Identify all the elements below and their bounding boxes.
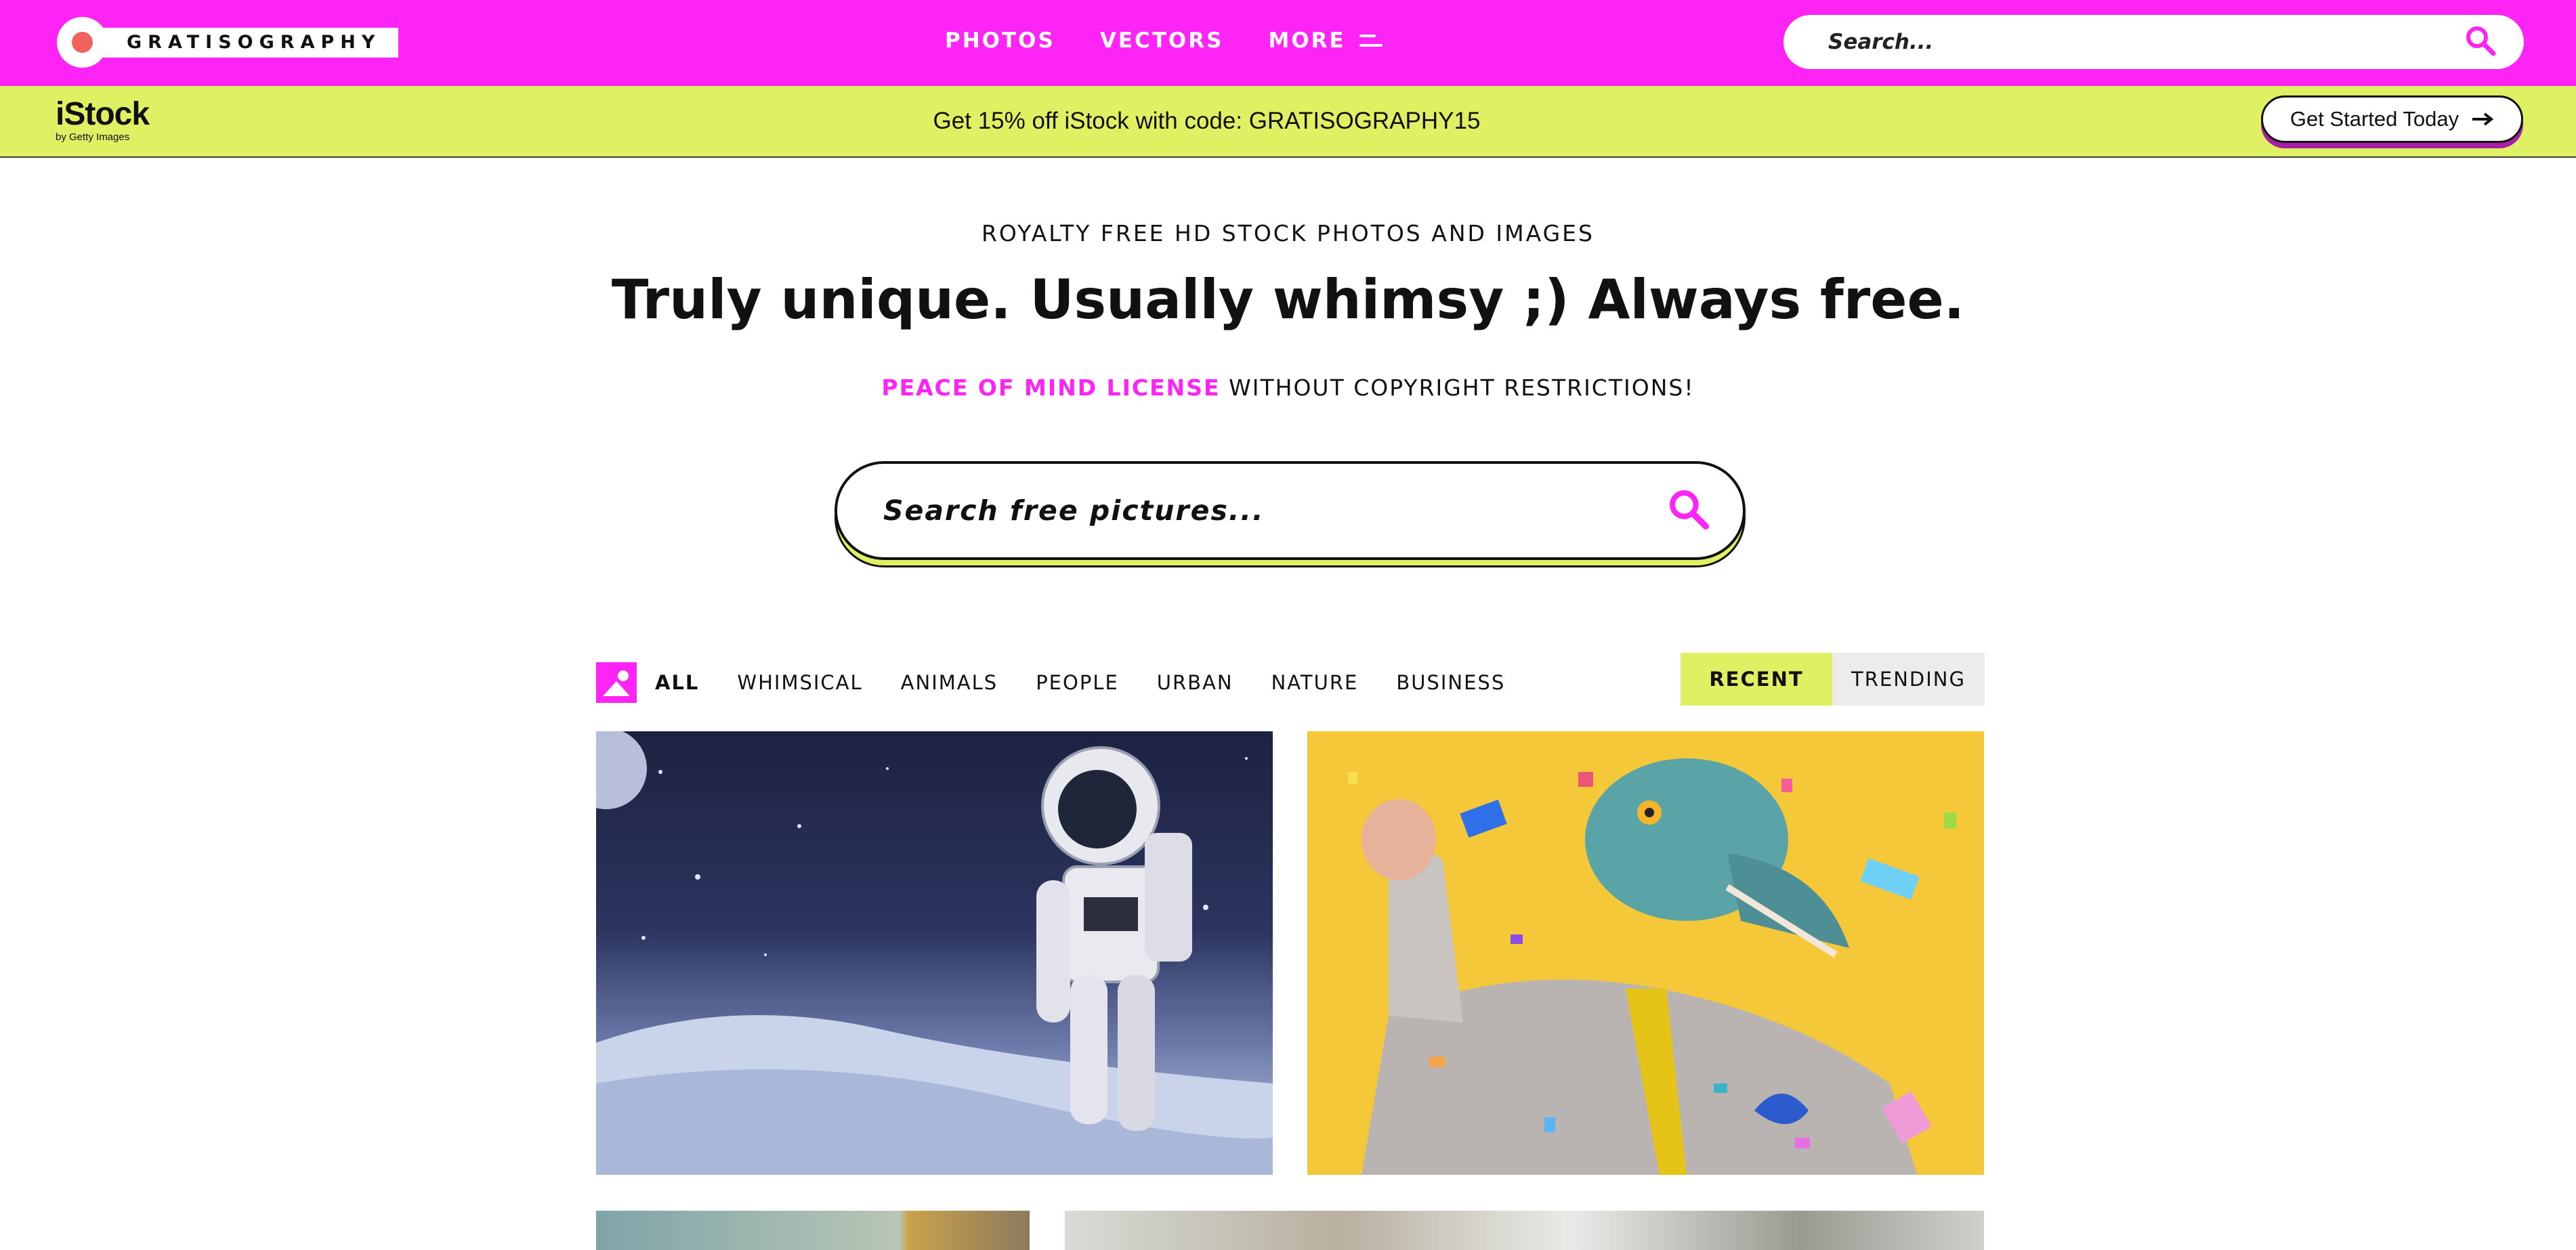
logo-circle-icon <box>57 17 108 68</box>
category-filters: ALL WHIMSICAL ANIMALS PEOPLE URBAN NATUR… <box>596 662 1543 703</box>
nav-more[interactable]: MORE <box>1268 28 1382 53</box>
top-navbar: GRATISOGRAPHY PHOTOS VECTORS MORE <box>0 0 2576 86</box>
brand-logo[interactable]: GRATISOGRAPHY <box>57 17 399 68</box>
photo-partial-right[interactable] <box>1065 1211 1984 1250</box>
filter-whimsical[interactable]: WHIMSICAL <box>737 671 862 694</box>
dinosaur-man-image <box>1348 758 1956 1175</box>
sort-toggle: RECENT TRENDING <box>1681 653 1985 706</box>
search-icon[interactable] <box>2464 24 2497 60</box>
header-search <box>1783 15 2524 69</box>
get-started-button[interactable]: Get Started Today <box>2261 95 2523 143</box>
hero-search-input[interactable] <box>883 494 1667 527</box>
filter-animals[interactable]: ANIMALS <box>901 671 998 694</box>
image-icon <box>596 662 637 703</box>
nav-photos[interactable]: PHOTOS <box>945 28 1055 53</box>
header-search-input[interactable] <box>1828 30 2464 54</box>
promo-message: Get 15% off iStock with code: GRATISOGRA… <box>933 108 1481 134</box>
sort-recent[interactable]: RECENT <box>1681 653 1832 706</box>
nav-vectors[interactable]: VECTORS <box>1100 28 1224 53</box>
license-line: PEACE OF MIND LICENSE WITHOUT COPYRIGHT … <box>0 374 2576 401</box>
arrow-right-icon <box>2471 107 2494 131</box>
get-started-label: Get Started Today <box>2289 107 2459 131</box>
photo-dinosaur-man[interactable] <box>1307 731 1984 1175</box>
filter-all[interactable]: ALL <box>655 671 699 694</box>
sort-trending[interactable]: TRENDING <box>1832 653 1985 706</box>
license-link[interactable]: PEACE OF MIND LICENSE <box>881 374 1220 401</box>
astronaut-image <box>596 731 1273 1175</box>
brand-name: GRATISOGRAPHY <box>100 27 399 58</box>
photo-partial-left[interactable] <box>596 1211 1030 1250</box>
istock-promo-banner: iStock by Getty Images Get 15% off iStoc… <box>0 86 2576 158</box>
hero-headline: Truly unique. Usually whimsy ;) Always f… <box>611 268 1965 331</box>
filter-business[interactable]: BUSINESS <box>1396 671 1505 694</box>
hero-eyebrow: ROYALTY FREE HD STOCK PHOTOS AND IMAGES <box>981 220 1595 246</box>
hero-search <box>835 461 1746 560</box>
filter-nature[interactable]: NATURE <box>1271 671 1359 694</box>
hero-search-icon[interactable] <box>1667 488 1710 534</box>
filter-urban[interactable]: URBAN <box>1157 671 1233 694</box>
filter-people[interactable]: PEOPLE <box>1036 671 1119 694</box>
nav-more-label: MORE <box>1268 28 1346 53</box>
photo-astronaut[interactable] <box>596 731 1273 1175</box>
license-text: WITHOUT COPYRIGHT RESTRICTIONS! <box>1229 374 1695 401</box>
main-nav: PHOTOS VECTORS MORE <box>945 28 1382 53</box>
menu-icon <box>1359 33 1382 48</box>
